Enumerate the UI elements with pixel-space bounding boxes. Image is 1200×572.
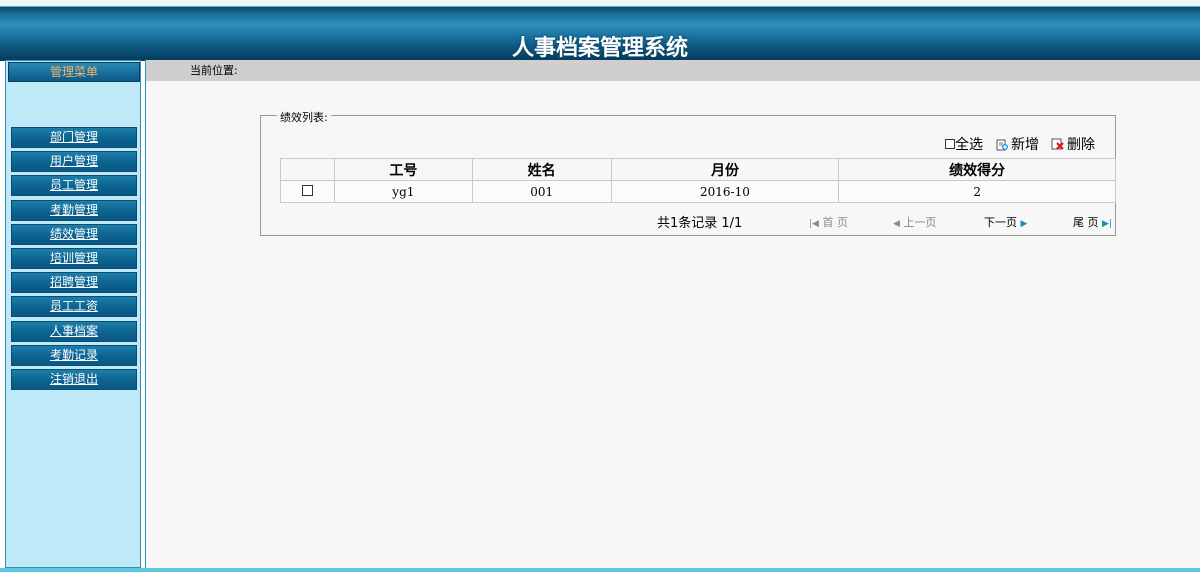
first-page-icon: |◀ (809, 219, 819, 229)
delete-label: 删除 (1067, 137, 1095, 153)
last-page-link[interactable]: 尾 页 ▶| (1073, 214, 1112, 230)
add-label: 新增 (1011, 137, 1039, 153)
column-header-score: 绩效得分 (838, 158, 1116, 181)
sidebar-item-label[interactable]: 人事档案 (50, 324, 98, 338)
location-label: 当前位置: (190, 64, 238, 77)
column-header-select (280, 158, 335, 181)
sidebar-item-logout[interactable]: 注销退出 (11, 368, 137, 390)
prev-page-icon: ◀ (893, 219, 900, 229)
prev-page-label: 上一页 (903, 216, 937, 229)
last-page-icon: ▶| (1102, 219, 1112, 229)
add-document-icon (995, 137, 1009, 151)
cell-score: 2 (838, 180, 1116, 203)
performance-list-panel: 绩效列表: 全选 新增 删除 工号 姓名 月份 绩效得分 yg1 001 201… (260, 109, 1116, 236)
table-row: yg1 001 2016-10 2 (280, 180, 1116, 203)
sidebar-item-training[interactable]: 培训管理 (11, 247, 137, 269)
cell-name: 001 (471, 180, 612, 203)
cell-month: 2016-10 (610, 180, 840, 203)
last-page-label: 尾 页 (1073, 216, 1099, 229)
sidebar-item-label[interactable]: 培训管理 (50, 251, 98, 265)
sidebar-item-label[interactable]: 招聘管理 (50, 275, 98, 289)
column-header-emp-no: 工号 (333, 158, 473, 181)
column-header-month: 月份 (610, 158, 840, 181)
table-header-row: 工号 姓名 月份 绩效得分 (280, 158, 1116, 181)
sidebar-item-label[interactable]: 用户管理 (50, 154, 98, 168)
first-page-label: 首 页 (822, 216, 848, 229)
performance-table: 工号 姓名 月份 绩效得分 yg1 001 2016-10 2 (280, 158, 1116, 203)
add-button[interactable]: 新增 (995, 134, 1039, 154)
prev-page-link[interactable]: ◀ 上一页 (893, 214, 936, 230)
main-content: 当前位置: 绩效列表: 全选 新增 删除 工号 姓名 月份 绩效得分 yg1 0… (145, 60, 1200, 568)
column-header-name: 姓名 (471, 158, 612, 181)
sidebar-item-performance[interactable]: 绩效管理 (11, 223, 137, 245)
row-select-cell (280, 180, 335, 203)
next-page-link[interactable]: 下一页 ▶ (984, 214, 1027, 230)
sidebar-item-label[interactable]: 考勤管理 (50, 203, 98, 217)
app-header: 人事档案管理系统 (0, 0, 1200, 61)
sidebar-item-department[interactable]: 部门管理 (11, 127, 137, 148)
sidebar-item-recruitment[interactable]: 招聘管理 (11, 272, 137, 294)
sidebar: 管理菜单 部门管理 用户管理 员工管理 考勤管理 绩效管理 培训管理 招聘管理 … (5, 60, 141, 568)
sidebar-item-label[interactable]: 员工工资 (50, 299, 98, 313)
sidebar-menu: 部门管理 用户管理 员工管理 考勤管理 绩效管理 培训管理 招聘管理 员工工资 … (11, 127, 137, 393)
sidebar-item-label[interactable]: 绩效管理 (50, 227, 98, 241)
sidebar-item-attendance[interactable]: 考勤管理 (11, 199, 137, 221)
sidebar-item-label[interactable]: 员工管理 (50, 178, 98, 192)
sidebar-item-users[interactable]: 用户管理 (11, 151, 137, 173)
sidebar-item-attendance-records[interactable]: 考勤记录 (11, 344, 137, 366)
list-toolbar: 全选 新增 删除 (933, 134, 1095, 154)
first-page-link[interactable]: |◀ 首 页 (809, 214, 848, 230)
delete-button[interactable]: 删除 (1051, 134, 1095, 154)
sidebar-heading: 管理菜单 (8, 62, 140, 82)
next-page-icon: ▶ (1020, 219, 1028, 229)
record-count: 共1条记录 1/1 (657, 216, 743, 231)
select-all-label: 全选 (955, 137, 983, 153)
next-page-label: 下一页 (984, 216, 1017, 229)
app-title: 人事档案管理系统 (511, 36, 688, 61)
location-bar: 当前位置: (146, 60, 1200, 81)
select-all-checkbox[interactable]: 全选 (945, 134, 983, 154)
checkbox-icon[interactable] (945, 139, 955, 149)
panel-legend: 绩效列表: (277, 109, 331, 125)
sidebar-item-archives[interactable]: 人事档案 (11, 320, 137, 342)
sidebar-item-label[interactable]: 注销退出 (50, 372, 98, 386)
sidebar-item-salary[interactable]: 员工工资 (11, 296, 137, 318)
sidebar-item-label[interactable]: 部门管理 (50, 130, 98, 144)
pagination: 共1条记录 1/1 |◀ 首 页 ◀ 上一页 下一页 ▶ 尾 页 ▶| (261, 212, 1116, 232)
sidebar-item-label[interactable]: 考勤记录 (50, 348, 98, 362)
bottom-scroll-strip (0, 568, 1200, 572)
cell-emp-no: yg1 (333, 180, 473, 203)
sidebar-item-employees[interactable]: 员工管理 (11, 175, 137, 197)
delete-document-icon (1051, 137, 1065, 151)
row-checkbox[interactable] (301, 184, 313, 196)
